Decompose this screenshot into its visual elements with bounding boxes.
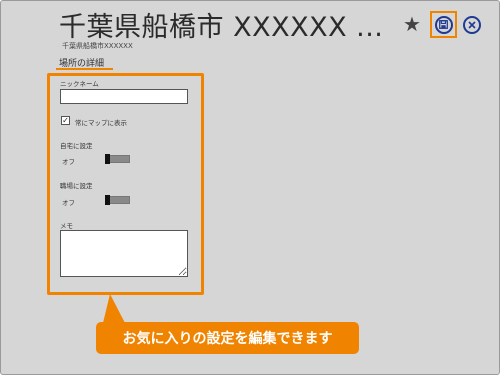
- section-underline: [56, 68, 113, 70]
- work-toggle-thumb: [105, 195, 110, 205]
- app-window: 千葉県船橋市 XXXXXX ... 千葉県船橋市XXXXXX ★ 場所の詳細 ニ…: [0, 0, 500, 375]
- save-button[interactable]: [434, 15, 453, 34]
- nickname-input[interactable]: [60, 89, 188, 104]
- save-button-highlight: [430, 11, 457, 38]
- callout-pointer: [103, 294, 125, 323]
- callout-text: お気に入りの設定を編集できます: [122, 331, 333, 347]
- work-toggle[interactable]: [105, 195, 130, 205]
- callout-banner: お気に入りの設定を編集できます: [96, 322, 359, 354]
- home-state-label: オフ: [62, 158, 75, 166]
- close-icon: [468, 21, 476, 29]
- work-state-label: オフ: [62, 199, 75, 207]
- work-label: 職場に設定: [60, 182, 93, 190]
- always-show-checkbox[interactable]: ✓: [61, 116, 70, 125]
- memo-label: メモ: [60, 222, 73, 230]
- page-title: 千葉県船橋市 XXXXXX ...: [59, 12, 384, 43]
- save-icon: [439, 20, 448, 29]
- page-subtitle: 千葉県船橋市XXXXXX: [62, 42, 133, 50]
- home-toggle[interactable]: [105, 154, 130, 164]
- always-show-label: 常にマップに表示: [75, 119, 127, 127]
- close-button[interactable]: [463, 16, 481, 34]
- star-icon[interactable]: ★: [403, 14, 421, 34]
- nickname-label: ニックネーム: [60, 80, 99, 88]
- memo-textarea[interactable]: [60, 230, 188, 277]
- home-label: 自宅に設定: [60, 142, 93, 150]
- home-toggle-thumb: [105, 154, 110, 164]
